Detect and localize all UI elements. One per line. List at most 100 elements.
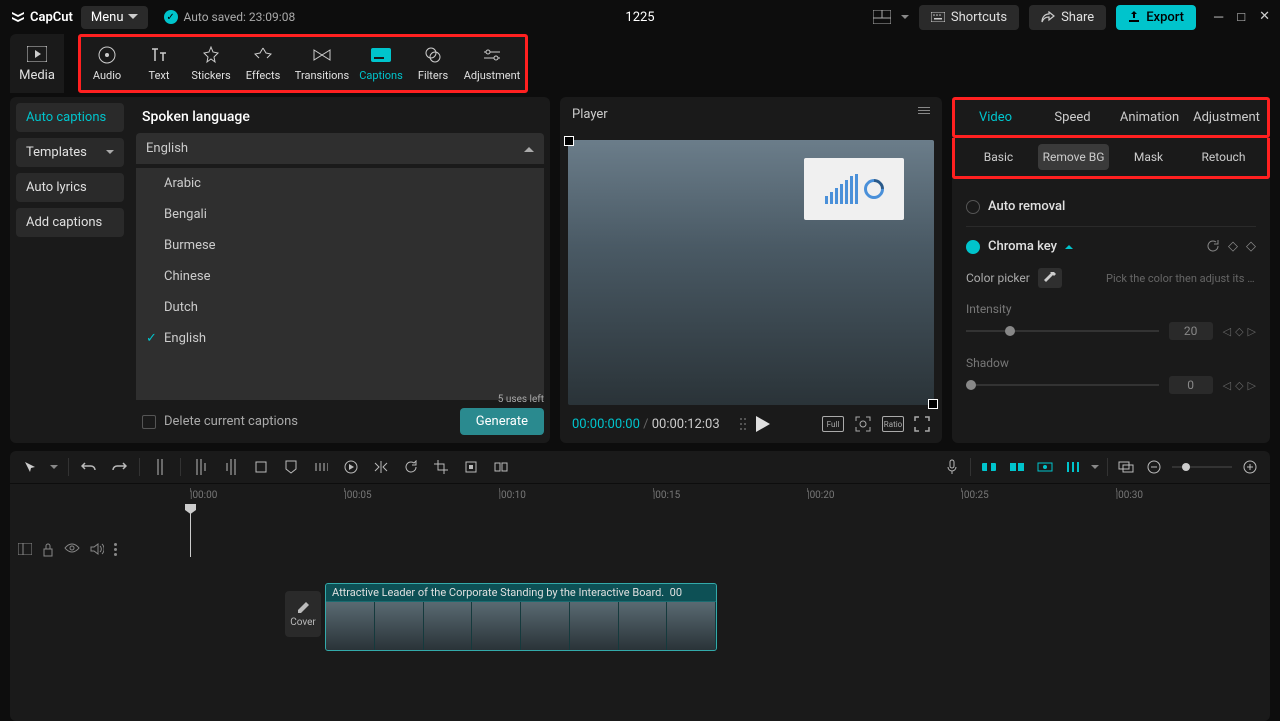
keyframe-nav-icon[interactable]: ▷	[1248, 325, 1256, 338]
select-tool[interactable]	[20, 457, 40, 477]
generate-button[interactable]: Generate	[460, 408, 544, 435]
tab-media[interactable]: Media	[10, 34, 64, 93]
focus-icon[interactable]	[854, 415, 872, 433]
shadow-slider[interactable]	[966, 384, 1159, 386]
keyframe-icon[interactable]: ◇	[1228, 239, 1238, 254]
tab-effects[interactable]: Effects	[237, 37, 289, 90]
zoom-in-button[interactable]	[1240, 457, 1260, 477]
fullscreen-icon[interactable]	[914, 416, 930, 432]
lang-option[interactable]: Dutch	[136, 292, 544, 323]
keyframe-icon[interactable]: ◇	[1235, 379, 1243, 392]
chroma-checkbox[interactable]	[966, 240, 980, 254]
tab-captions[interactable]: Captions	[355, 37, 407, 90]
sidebar-item-auto-captions[interactable]: Auto captions	[16, 103, 124, 132]
eye-icon[interactable]	[64, 543, 80, 553]
playhead[interactable]	[190, 512, 191, 557]
mic-tool[interactable]	[942, 457, 962, 477]
chevron-down-icon[interactable]	[1091, 465, 1099, 470]
play-button[interactable]	[756, 416, 770, 432]
lang-option[interactable]: Arabic	[136, 168, 544, 199]
video-clip[interactable]: Attractive Leader of the Corporate Stand…	[325, 583, 717, 651]
prop-tab-animation[interactable]: Animation	[1111, 102, 1188, 133]
subtab-mask[interactable]: Mask	[1113, 144, 1184, 170]
overlay-tool[interactable]	[1116, 457, 1136, 477]
tab-audio[interactable]: Audio	[81, 37, 133, 90]
subtab-basic[interactable]: Basic	[963, 144, 1034, 170]
keyframe-icon[interactable]: ◇	[1246, 239, 1256, 254]
sidebar-item-templates[interactable]: Templates	[16, 138, 124, 167]
trim-left-tool[interactable]	[191, 457, 211, 477]
mute-icon[interactable]	[90, 543, 104, 555]
keyframe-nav-icon[interactable]: ◁	[1223, 325, 1231, 338]
link-tool[interactable]	[1007, 457, 1027, 477]
tab-stickers[interactable]: Stickers	[185, 37, 237, 90]
ratio-button[interactable]: Ratio	[882, 416, 904, 432]
rotate-tool[interactable]	[401, 457, 421, 477]
drag-handle-icon[interactable]	[740, 417, 746, 431]
prop-tab-adjustment[interactable]: Adjustment	[1188, 102, 1265, 133]
lang-option[interactable]: Chinese	[136, 261, 544, 292]
speed-tool[interactable]	[341, 457, 361, 477]
sidebar-item-auto-lyrics[interactable]: Auto lyrics	[16, 173, 124, 202]
magnet-tool[interactable]	[979, 457, 999, 477]
share-button[interactable]: Share	[1029, 5, 1106, 30]
crop-tool[interactable]	[431, 457, 451, 477]
mirror-tool[interactable]	[371, 457, 391, 477]
shortcuts-button[interactable]: Shortcuts	[919, 5, 1019, 30]
prop-tab-speed[interactable]: Speed	[1034, 102, 1111, 133]
chevron-down-icon[interactable]	[50, 465, 58, 470]
zoom-out-button[interactable]	[1144, 457, 1164, 477]
lang-option[interactable]: Burmese	[136, 230, 544, 261]
chevron-up-icon[interactable]	[1065, 244, 1073, 249]
player-menu-icon[interactable]	[918, 107, 930, 122]
subtab-retouch[interactable]: Retouch	[1188, 144, 1259, 170]
keyframe-nav-icon[interactable]: ▷	[1248, 379, 1256, 392]
intensity-slider[interactable]	[966, 330, 1159, 332]
more-icon[interactable]	[114, 543, 117, 556]
preview-tool[interactable]	[1035, 457, 1055, 477]
close-button[interactable]: ✕	[1259, 9, 1270, 25]
keyframe-icon[interactable]: ◇	[1235, 325, 1243, 338]
tab-adjustment[interactable]: Adjustment	[459, 37, 525, 90]
split-tool[interactable]	[150, 457, 170, 477]
trim-right-tool[interactable]	[221, 457, 241, 477]
subtab-remove-bg[interactable]: Remove BG	[1038, 144, 1109, 170]
eyedropper-button[interactable]	[1038, 268, 1062, 288]
reset-icon[interactable]	[1206, 239, 1220, 253]
keyframe-nav-icon[interactable]: ◁	[1223, 379, 1231, 392]
tab-transitions[interactable]: Transitions	[289, 37, 355, 90]
marker-tool[interactable]	[281, 457, 301, 477]
reverse-tool[interactable]	[461, 457, 481, 477]
layout-icon[interactable]	[873, 10, 891, 24]
export-button[interactable]: Export	[1116, 5, 1196, 30]
minimize-button[interactable]: ─	[1214, 9, 1223, 25]
auto-removal-checkbox[interactable]	[966, 200, 980, 214]
prop-tab-video[interactable]: Video	[957, 102, 1034, 133]
chevron-down-icon[interactable]	[901, 15, 909, 20]
freeze-tool[interactable]	[491, 457, 511, 477]
video-preview[interactable]	[568, 140, 934, 405]
lang-option[interactable]: Bengali	[136, 199, 544, 230]
grid-tool[interactable]	[311, 457, 331, 477]
delete-tool[interactable]	[251, 457, 271, 477]
full-button[interactable]: Full	[822, 416, 844, 432]
lang-option[interactable]: English	[136, 323, 544, 354]
zoom-slider[interactable]	[1172, 466, 1232, 468]
redo-button[interactable]	[109, 457, 129, 477]
sidebar-item-add-captions[interactable]: Add captions	[16, 208, 124, 237]
delete-captions-checkbox[interactable]	[142, 415, 156, 429]
intensity-value[interactable]: 20	[1169, 322, 1213, 340]
tab-filters[interactable]: Filters	[407, 37, 459, 90]
tab-text[interactable]: Text	[133, 37, 185, 90]
menu-button[interactable]: Menu	[81, 6, 148, 29]
language-dropdown[interactable]: Arabic Bengali Burmese Chinese Dutch Eng…	[136, 168, 544, 400]
shadow-value[interactable]: 0	[1169, 376, 1213, 394]
snap-tool[interactable]	[1063, 457, 1083, 477]
timeline-ruler[interactable]: |00:00 |00:05 |00:10 |00:15 |00:20 |00:2…	[10, 484, 1270, 503]
maximize-button[interactable]: □	[1237, 9, 1245, 25]
cover-button[interactable]: Cover	[285, 591, 321, 637]
undo-button[interactable]	[79, 457, 99, 477]
lock-icon[interactable]	[42, 543, 54, 557]
collapse-icon[interactable]	[18, 543, 32, 555]
language-select[interactable]: English	[136, 133, 544, 164]
